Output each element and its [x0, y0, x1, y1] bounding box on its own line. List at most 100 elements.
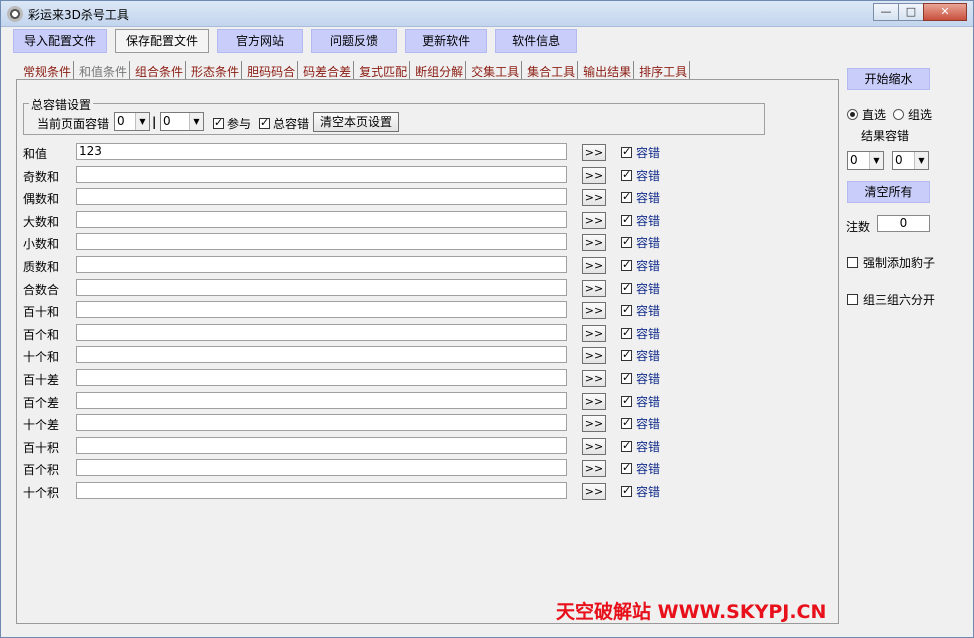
checkbox-box[interactable]: [259, 116, 270, 130]
checkbox-box[interactable]: [621, 190, 632, 204]
checkbox-box[interactable]: [213, 116, 224, 130]
row-expand-button[interactable]: >>: [582, 483, 606, 500]
row-expand-button[interactable]: >>: [582, 166, 606, 184]
total-error-label: 总容错: [273, 117, 310, 131]
row-error-checkbox[interactable]: 容错: [621, 144, 660, 161]
row-expand-button[interactable]: >>: [582, 279, 606, 297]
row-expand-button[interactable]: >>: [582, 324, 606, 342]
row-error-checkbox[interactable]: 容错: [621, 189, 660, 206]
bets-count-field[interactable]: 0: [877, 215, 930, 232]
title-bar: 彩运来3D杀号工具 — □ ✕: [1, 1, 973, 27]
checkbox-box[interactable]: [621, 235, 632, 249]
checkbox-box[interactable]: [621, 326, 632, 340]
row-error-checkbox[interactable]: 容错: [621, 280, 660, 297]
row-value-input[interactable]: [76, 369, 567, 386]
row-expand-button[interactable]: >>: [582, 189, 606, 207]
participate-checkbox[interactable]: 参与: [213, 115, 251, 132]
save-config-button[interactable]: 保存配置文件: [115, 29, 210, 53]
radio-group-label: 组选: [908, 108, 933, 122]
row-value-input[interactable]: [76, 188, 567, 206]
official-site-button[interactable]: 官方网站: [217, 29, 304, 53]
checkbox-box[interactable]: [621, 416, 632, 430]
close-icon[interactable]: ✕: [923, 3, 967, 21]
row-error-checkbox[interactable]: 容错: [621, 460, 660, 477]
checkbox-box[interactable]: [621, 281, 632, 295]
row-value-input[interactable]: [76, 323, 567, 341]
checkbox-box[interactable]: [621, 145, 632, 159]
page-error-combo-1[interactable]: 0 ▼: [114, 112, 150, 131]
row-value-input[interactable]: [76, 391, 567, 409]
row-value-input[interactable]: [76, 436, 567, 454]
minimize-icon[interactable]: —: [873, 3, 899, 21]
row-expand-button[interactable]: >>: [582, 392, 606, 410]
row-value-input[interactable]: [76, 301, 567, 319]
row-label: 合数合: [23, 282, 60, 297]
row-value-input[interactable]: [76, 278, 567, 296]
participate-label: 参与: [227, 117, 252, 131]
row-error-checkbox[interactable]: 容错: [621, 325, 660, 342]
row-error-checkbox[interactable]: 容错: [621, 393, 660, 410]
software-info-button[interactable]: 软件信息: [495, 29, 578, 53]
radio-dot[interactable]: [847, 109, 858, 120]
checkbox-box[interactable]: [847, 257, 858, 268]
row-expand-button[interactable]: >>: [582, 460, 606, 478]
row-expand-button[interactable]: >>: [582, 144, 606, 161]
start-reduce-button[interactable]: 开始缩水: [847, 68, 930, 90]
checkbox-box[interactable]: [621, 484, 632, 498]
row-error-checkbox[interactable]: 容错: [621, 302, 660, 319]
feedback-button[interactable]: 问题反馈: [311, 29, 398, 53]
row-value-input[interactable]: [76, 256, 567, 273]
update-button[interactable]: 更新软件: [405, 29, 488, 53]
checkbox-box[interactable]: [621, 371, 632, 385]
checkbox-box[interactable]: [621, 394, 632, 408]
radio-direct[interactable]: 直选: [847, 106, 886, 123]
row-error-checkbox[interactable]: 容错: [621, 415, 660, 432]
condition-row: 百个和 >> 容错: [1, 323, 974, 346]
row-expand-button[interactable]: >>: [582, 370, 606, 387]
clear-all-button[interactable]: 清空所有: [847, 181, 930, 203]
row-value-input[interactable]: [76, 346, 567, 364]
row-value-input[interactable]: [76, 165, 567, 183]
checkbox-box[interactable]: [621, 258, 632, 272]
radio-group[interactable]: 组选: [893, 106, 932, 123]
row-value-input[interactable]: [76, 482, 567, 499]
result-error-combo-2[interactable]: 0 ▼: [892, 151, 929, 170]
row-value-input[interactable]: [76, 414, 567, 432]
row-error-checkbox[interactable]: 容错: [621, 234, 660, 251]
row-value-input[interactable]: [76, 459, 567, 477]
row-expand-button[interactable]: >>: [582, 257, 606, 274]
import-config-button[interactable]: 导入配置文件: [13, 29, 108, 53]
row-expand-button[interactable]: >>: [582, 415, 606, 433]
row-value-input[interactable]: [76, 233, 567, 251]
row-error-checkbox[interactable]: 容错: [621, 167, 660, 184]
row-expand-button[interactable]: >>: [582, 347, 606, 365]
radio-dot[interactable]: [893, 109, 904, 120]
checkbox-box[interactable]: [621, 168, 632, 182]
checkbox-box[interactable]: [621, 213, 632, 227]
result-error-combo-1[interactable]: 0 ▼: [847, 151, 884, 170]
row-error-checkbox[interactable]: 容错: [621, 347, 660, 364]
row-error-checkbox[interactable]: 容错: [621, 370, 660, 387]
checkbox-box[interactable]: [621, 439, 632, 453]
force-leopard-checkbox[interactable]: 强制添加豹子: [847, 254, 935, 271]
row-expand-button[interactable]: >>: [582, 211, 606, 229]
row-expand-button[interactable]: >>: [582, 234, 606, 252]
row-expand-button[interactable]: >>: [582, 302, 606, 320]
row-value-input[interactable]: 123: [76, 143, 567, 160]
row-error-label: 容错: [636, 259, 661, 273]
split-group-checkbox[interactable]: 组三组六分开: [847, 291, 935, 308]
row-value-input[interactable]: [76, 210, 567, 228]
checkbox-box[interactable]: [621, 461, 632, 475]
row-error-checkbox[interactable]: 容错: [621, 483, 660, 500]
row-error-checkbox[interactable]: 容错: [621, 438, 660, 455]
checkbox-box[interactable]: [621, 348, 632, 362]
page-error-combo-2[interactable]: 0 ▼: [160, 112, 204, 131]
maximize-icon[interactable]: □: [898, 3, 924, 21]
row-error-checkbox[interactable]: 容错: [621, 257, 660, 274]
total-error-checkbox[interactable]: 总容错: [259, 115, 309, 132]
checkbox-box[interactable]: [621, 303, 632, 317]
row-expand-button[interactable]: >>: [582, 437, 606, 455]
checkbox-box[interactable]: [847, 294, 858, 305]
clear-page-button[interactable]: 清空本页设置: [313, 112, 400, 132]
row-error-checkbox[interactable]: 容错: [621, 212, 660, 229]
